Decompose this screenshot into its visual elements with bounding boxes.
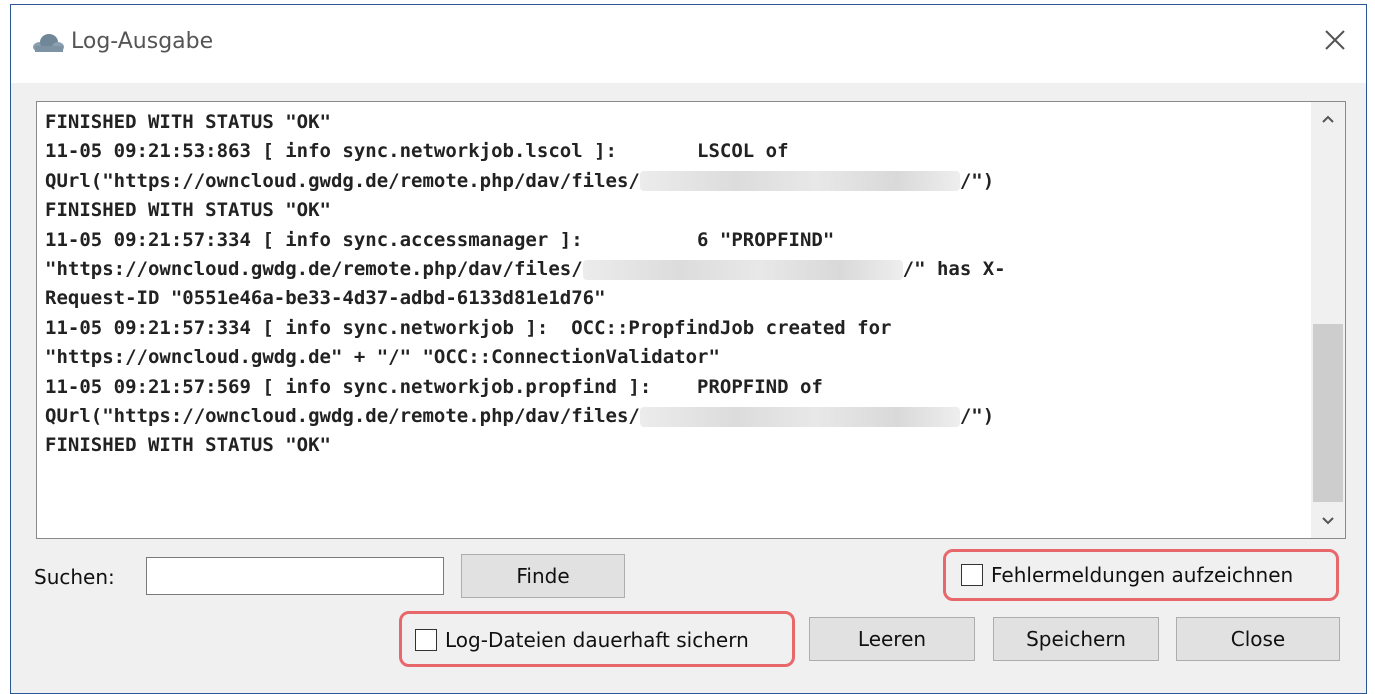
log-text-segment: /") <box>959 405 995 428</box>
log-line: 11-05 09:21:57:334 [ info sync.networkjo… <box>45 314 1297 343</box>
log-text-segment: 11-05 09:21:57:569 [ info sync.networkjo… <box>45 375 823 398</box>
log-text-segment: QUrl("https://owncloud.gwdg.de/remote.ph… <box>45 169 640 192</box>
log-line: 11-05 09:21:57:569 [ info sync.networkjo… <box>45 373 1297 402</box>
log-text-segment: "https://owncloud.gwdg.de/remote.php/dav… <box>45 258 583 281</box>
title-bar: Log-Ausgabe <box>11 5 1366 83</box>
keep-logs-option[interactable]: Log-Dateien dauerhaft sichern <box>415 628 749 652</box>
keep-logs-checkbox[interactable] <box>415 629 437 651</box>
redacted-username <box>582 259 903 280</box>
search-input[interactable] <box>146 557 444 595</box>
vertical-scrollbar[interactable] <box>1311 102 1345 538</box>
log-text-segment: 11-05 09:21:57:334 [ info sync.networkjo… <box>45 316 892 339</box>
log-text-area[interactable]: FINISHED WITH STATUS "OK" 11-05 09:21:53:… <box>36 101 1346 539</box>
log-text-segment: Request-ID "0551e46a-be33-4d37-adbd-6133… <box>45 287 606 310</box>
log-line: QUrl("https://owncloud.gwdg.de/remote.ph… <box>45 402 1297 431</box>
keep-logs-label: Log-Dateien dauerhaft sichern <box>445 628 749 652</box>
log-line: 11-05 09:21:53:863 [ info sync.networkjo… <box>45 137 1297 166</box>
record-errors-label: Fehlermeldungen aufzeichnen <box>991 563 1294 587</box>
log-text-segment: "https://owncloud.gwdg.de" + "/" "OCC::C… <box>45 346 720 369</box>
log-line: 11-05 09:21:57:334 [ info sync.accessman… <box>45 226 1297 255</box>
redacted-username <box>639 406 960 427</box>
save-button[interactable]: Speichern <box>993 617 1159 661</box>
scroll-down-button[interactable] <box>1311 504 1345 538</box>
close-icon[interactable] <box>1318 23 1352 57</box>
search-label: Suchen: <box>34 565 115 589</box>
log-text-segment: 11-05 09:21:57:334 [ info sync.accessman… <box>45 228 835 251</box>
log-text-segment: FINISHED WITH STATUS "OK" <box>45 111 331 133</box>
log-text-segment: FINISHED WITH STATUS "OK" <box>45 434 331 457</box>
chevron-down-icon <box>1322 517 1334 525</box>
log-content: FINISHED WITH STATUS "OK" 11-05 09:21:53:… <box>45 108 1297 461</box>
log-text-segment: /" has X- <box>902 258 1006 281</box>
log-text-segment: QUrl("https://owncloud.gwdg.de/remote.ph… <box>45 405 640 428</box>
log-line: FINISHED WITH STATUS "OK" <box>45 108 1297 137</box>
log-line: QUrl("https://owncloud.gwdg.de/remote.ph… <box>45 167 1297 196</box>
record-errors-option[interactable]: Fehlermeldungen aufzeichnen <box>961 563 1293 587</box>
log-line: Request-ID "0551e46a-be33-4d37-adbd-6133… <box>45 284 1297 313</box>
log-line: FINISHED WITH STATUS "OK" <box>45 431 1297 460</box>
scroll-thumb[interactable] <box>1313 324 1343 502</box>
window-title: Log-Ausgabe <box>71 29 214 54</box>
log-line: "https://owncloud.gwdg.de" + "/" "OCC::C… <box>45 343 1297 372</box>
scroll-up-button[interactable] <box>1311 102 1345 136</box>
clear-button[interactable]: Leeren <box>809 617 975 661</box>
owncloud-cloud-icon <box>33 34 64 52</box>
log-line: "https://owncloud.gwdg.de/remote.php/dav… <box>45 255 1297 284</box>
redacted-username <box>639 171 960 192</box>
chevron-up-icon <box>1322 115 1334 123</box>
log-text-segment: FINISHED WITH STATUS "OK" <box>45 199 331 222</box>
close-button[interactable]: Close <box>1176 617 1340 661</box>
log-line: FINISHED WITH STATUS "OK" <box>45 196 1297 225</box>
log-text-segment: 11-05 09:21:53:863 [ info sync.networkjo… <box>45 140 789 163</box>
log-output-window: Log-Ausgabe FINISHED WITH STATUS "OK" 11-… <box>10 4 1367 694</box>
find-button[interactable]: Finde <box>461 554 625 598</box>
record-errors-checkbox[interactable] <box>961 564 983 586</box>
log-text-segment: /") <box>959 169 995 192</box>
